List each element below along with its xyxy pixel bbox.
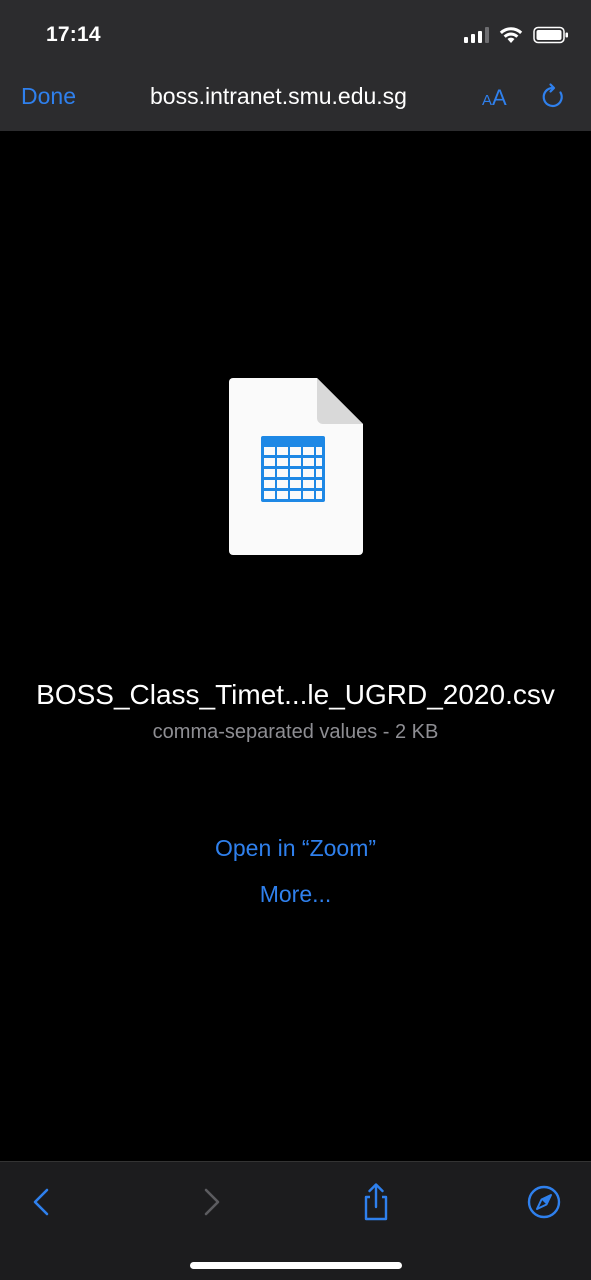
reload-icon[interactable] (538, 82, 568, 112)
open-in-zoom-row: Open in “Zoom” (0, 835, 591, 862)
status-time: 17:14 (46, 23, 101, 46)
file-name: BOSS_Class_Timet...le_UGRD_2020.csv (36, 679, 555, 710)
file-meta: comma-separated values - 2 KB (152, 721, 439, 743)
spreadsheet-file-icon (229, 378, 363, 555)
battery-icon (533, 26, 568, 44)
back-icon[interactable] (22, 1182, 62, 1222)
done-button[interactable]: Done (21, 83, 76, 110)
top-chrome: 17:14 Done boss.intranet.smu.edu.sg AA (0, 0, 591, 131)
open-in-zoom-button[interactable]: Open in “Zoom” (215, 835, 376, 862)
cellular-signal-icon (464, 27, 489, 43)
status-icons (464, 24, 569, 46)
url-label: boss.intranet.smu.edu.sg (150, 83, 407, 109)
text-size-button[interactable]: AA (482, 85, 507, 111)
forward-icon[interactable] (191, 1182, 231, 1222)
more-row: More... (0, 881, 591, 908)
screen: 17:14 Done boss.intranet.smu.edu.sg AA B… (0, 0, 591, 1280)
wifi-icon (499, 27, 523, 43)
home-indicator[interactable] (190, 1262, 402, 1269)
safari-compass-icon[interactable] (524, 1182, 564, 1222)
more-button[interactable]: More... (260, 881, 332, 908)
status-bar: 17:14 (0, 0, 591, 62)
text-size-large-a: A (492, 85, 507, 110)
nav-bar: Done boss.intranet.smu.edu.sg AA (0, 62, 591, 131)
share-icon[interactable] (356, 1182, 396, 1222)
text-size-small-a: A (482, 92, 493, 109)
